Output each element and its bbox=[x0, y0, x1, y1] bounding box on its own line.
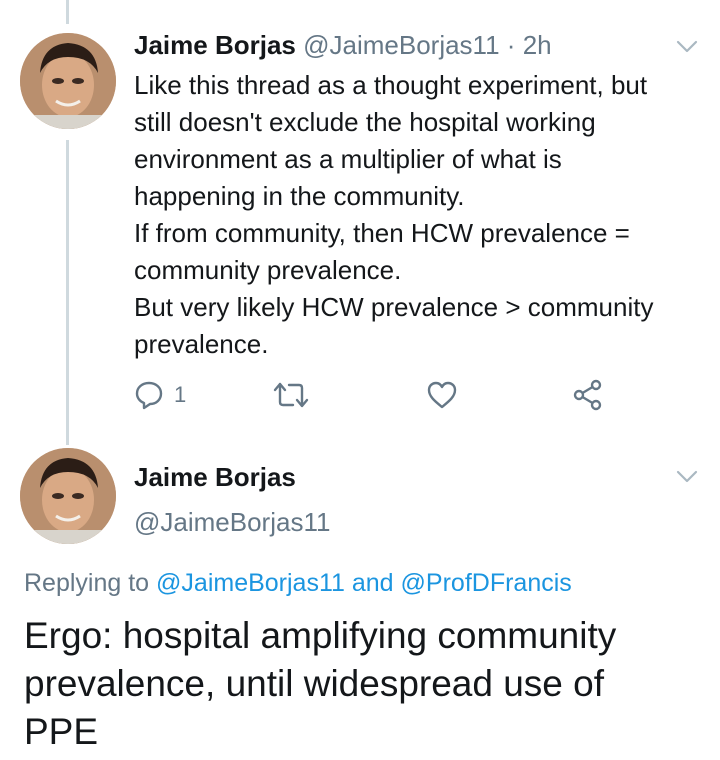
retweet-icon bbox=[273, 382, 309, 408]
thread-connector-line bbox=[66, 140, 69, 445]
reply-button[interactable]: 1 bbox=[134, 378, 186, 412]
thread-connector-line bbox=[66, 0, 69, 24]
avatar-photo bbox=[20, 448, 116, 544]
avatar[interactable] bbox=[20, 448, 116, 544]
like-button[interactable] bbox=[426, 378, 458, 412]
tweet-text-line: PPE bbox=[24, 711, 99, 752]
replying-and[interactable]: and bbox=[352, 569, 394, 597]
chevron-down-icon[interactable] bbox=[676, 470, 698, 484]
tweet-text-line: Like this thread as a thought experiment… bbox=[134, 70, 648, 100]
tweet-text-line: happening in the community. bbox=[134, 181, 465, 211]
replying-to-line: Replying to @JaimeBorjas11 and @ProfDFra… bbox=[24, 566, 572, 600]
tweet-text-line: community prevalence. bbox=[134, 255, 402, 285]
tweet-actions-bar: 1 bbox=[134, 378, 614, 412]
author-name[interactable]: Jaime Borjas bbox=[134, 30, 296, 60]
tweet-time[interactable]: 2h bbox=[523, 30, 552, 60]
tweet-text: Like this thread as a thought experiment… bbox=[134, 67, 709, 363]
tweet-text: Ergo: hospital amplifying community prev… bbox=[24, 612, 714, 756]
replying-to-label: Replying to bbox=[24, 569, 150, 597]
tweet-text-line: prevalence, until widespread use of bbox=[24, 663, 605, 704]
retweet-button[interactable] bbox=[272, 378, 310, 412]
tweet-text-line: environment as a multiplier of what is bbox=[134, 144, 562, 174]
tweet-text-line: prevalence. bbox=[134, 329, 269, 359]
separator: · bbox=[506, 30, 516, 60]
share-icon bbox=[573, 379, 602, 411]
mention-link[interactable]: @ProfDFrancis bbox=[401, 569, 572, 597]
mention-link[interactable]: @JaimeBorjas11 bbox=[156, 569, 345, 597]
like-icon bbox=[427, 381, 457, 409]
avatar[interactable] bbox=[20, 33, 116, 129]
chevron-down-icon[interactable] bbox=[676, 40, 698, 54]
tweet-text-line: still doesn't exclude the hospital worki… bbox=[134, 107, 596, 137]
share-button[interactable] bbox=[572, 378, 604, 412]
author-name[interactable]: Jaime Borjas bbox=[134, 460, 296, 494]
author-handle[interactable]: @JaimeBorjas11 bbox=[134, 505, 330, 539]
reply-icon bbox=[135, 381, 163, 410]
reply-count: 1 bbox=[174, 382, 187, 407]
tweet-header: Jaime Borjas @JaimeBorjas11 · 2h bbox=[134, 28, 552, 62]
avatar-photo bbox=[20, 33, 116, 129]
author-handle[interactable]: @JaimeBorjas11 bbox=[303, 30, 499, 60]
tweet-text-line: Ergo: hospital amplifying community bbox=[24, 615, 617, 656]
tweet-text-line: If from community, then HCW prevalence = bbox=[134, 218, 630, 248]
tweet-text-line: But very likely HCW prevalence > communi… bbox=[134, 292, 654, 322]
